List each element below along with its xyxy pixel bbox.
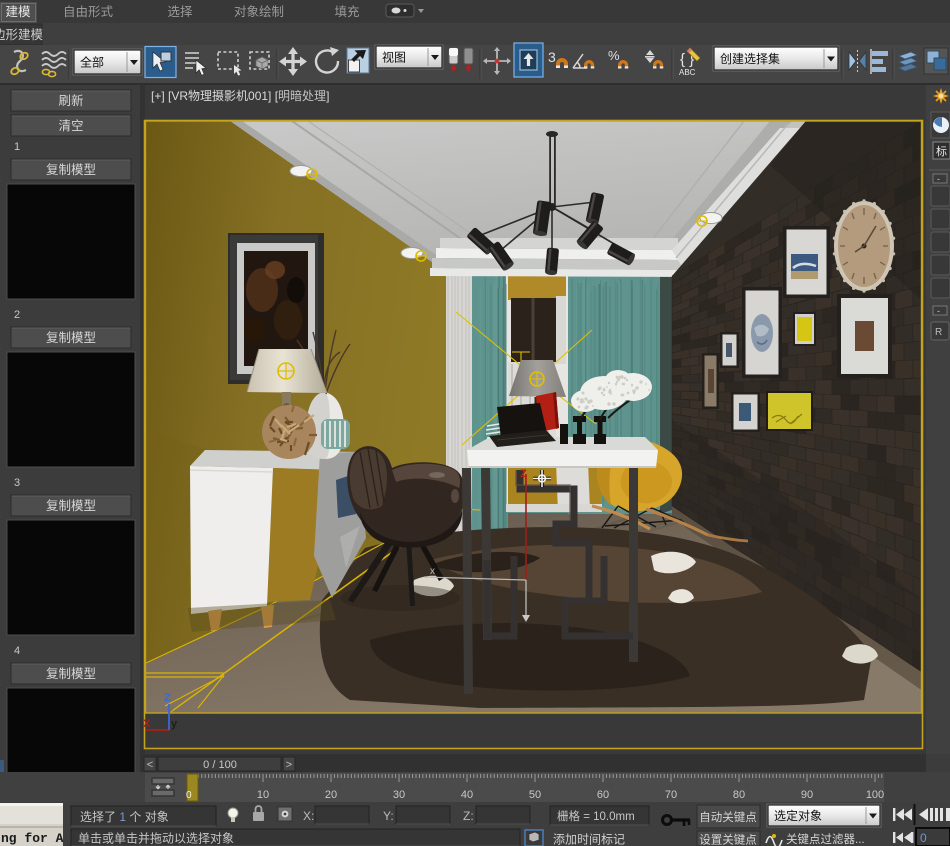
svg-text:单击或单击并拖动以选择对象: 单击或单击并拖动以选择对象 [78, 832, 234, 846]
svg-text:关键点过滤器...: 关键点过滤器... [786, 832, 865, 846]
svg-text:3: 3 [14, 477, 20, 489]
svg-text:清空: 清空 [58, 119, 83, 133]
svg-text:刷新: 刷新 [58, 93, 83, 108]
svg-text:选择了 1 个 对象: 选择了 1 个 对象 [80, 810, 169, 824]
svg-text:复制模型: 复制模型 [46, 667, 96, 681]
svg-text:90: 90 [801, 789, 813, 801]
svg-text:对象绘制: 对象绘制 [234, 4, 284, 19]
svg-text:自动关键点: 自动关键点 [699, 810, 757, 824]
svg-text:X: X [143, 718, 151, 730]
svg-text:1: 1 [14, 141, 20, 153]
svg-text:创建选择集: 创建选择集 [720, 51, 780, 66]
svg-text:R: R [935, 327, 942, 338]
svg-text:%: % [608, 48, 620, 63]
svg-text:选择: 选择 [167, 5, 193, 19]
svg-text:全部: 全部 [80, 55, 104, 70]
svg-text:视图: 视图 [382, 50, 406, 65]
svg-text:0 / 100: 0 / 100 [203, 759, 237, 771]
svg-text:Y:: Y: [383, 809, 394, 823]
svg-text:Z: Z [164, 692, 171, 704]
svg-text:设置关键点: 设置关键点 [699, 833, 757, 846]
svg-text:添加时间标记: 添加时间标记 [553, 833, 625, 846]
svg-text:ABC: ABC [679, 68, 696, 77]
svg-text:标: 标 [936, 144, 947, 158]
svg-text:4: 4 [14, 645, 20, 657]
svg-text:-: - [937, 306, 940, 316]
svg-text:栅格 = 10.0mm: 栅格 = 10.0mm [557, 809, 635, 823]
svg-text:-: - [937, 174, 940, 184]
svg-text:0: 0 [920, 831, 927, 845]
svg-text:70: 70 [665, 789, 677, 801]
svg-text:>: > [286, 759, 292, 771]
svg-text:建模: 建模 [5, 5, 31, 19]
svg-text:Z:: Z: [463, 809, 474, 823]
svg-text:填充: 填充 [334, 4, 359, 19]
svg-text:Z: Z [520, 468, 527, 480]
svg-text:2: 2 [14, 309, 20, 321]
svg-text:30: 30 [393, 789, 405, 801]
svg-text:x: x [430, 566, 435, 577]
svg-text:边形建模: 边形建模 [0, 28, 44, 42]
svg-text:100: 100 [866, 789, 884, 801]
svg-text:选定对象: 选定对象 [774, 808, 822, 823]
svg-text:复制模型: 复制模型 [46, 499, 96, 513]
svg-text:0: 0 [186, 790, 192, 801]
svg-text:3: 3 [548, 49, 556, 65]
svg-text:y: y [171, 718, 178, 730]
svg-text:[+] [VR物理摄影机001] [明暗处理]: [+] [VR物理摄影机001] [明暗处理] [151, 88, 329, 103]
svg-text:80: 80 [733, 789, 745, 801]
svg-text:X:: X: [303, 809, 314, 823]
svg-text:60: 60 [597, 789, 609, 801]
svg-text:50: 50 [529, 789, 541, 801]
svg-text:自由形式: 自由形式 [63, 5, 114, 19]
svg-text:40: 40 [461, 789, 473, 801]
svg-text:10: 10 [257, 789, 269, 801]
svg-text:20: 20 [325, 789, 337, 801]
svg-text:复制模型: 复制模型 [46, 163, 96, 177]
svg-text:<: < [147, 759, 153, 771]
svg-text:复制模型: 复制模型 [46, 331, 96, 345]
